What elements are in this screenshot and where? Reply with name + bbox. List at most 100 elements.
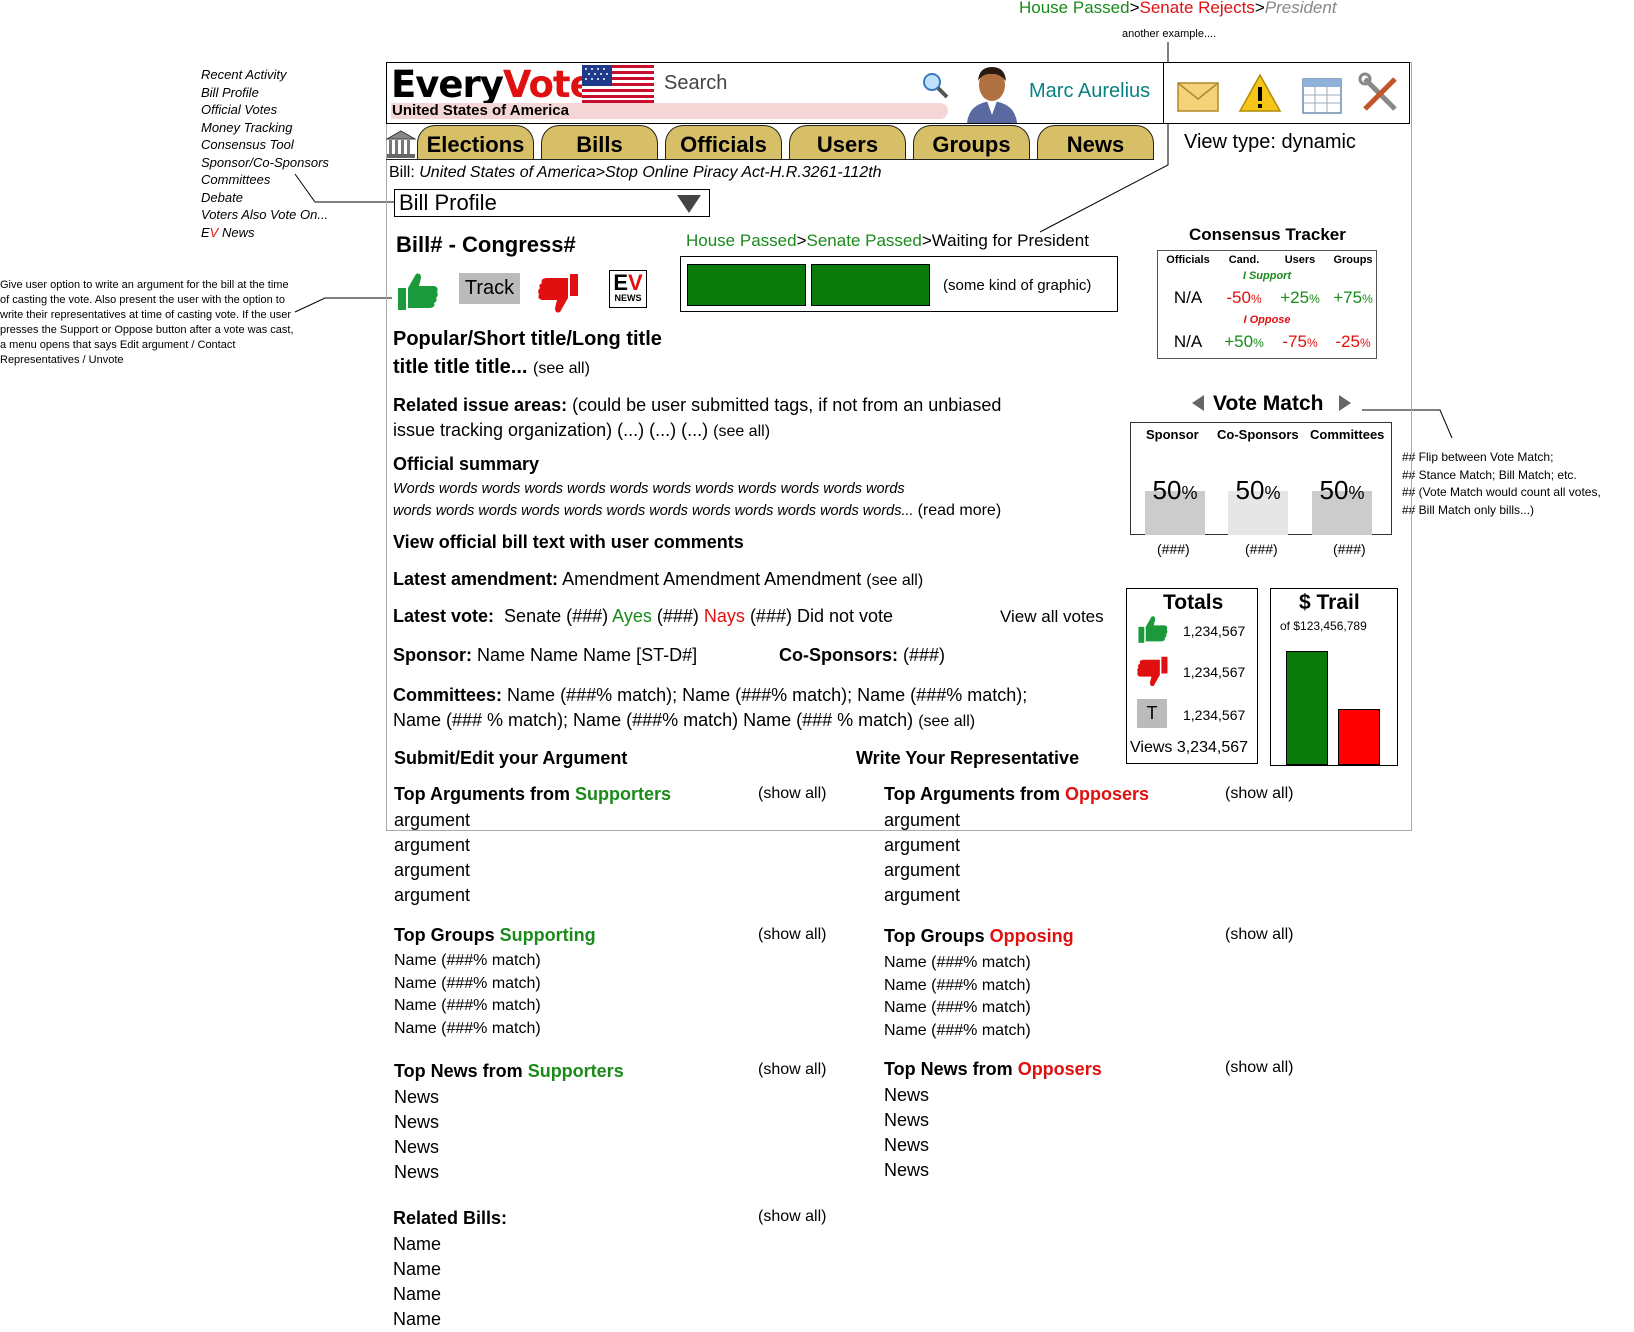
list-item[interactable]: Name [393, 1232, 441, 1257]
write-representative-link[interactable]: Write Your Representative [856, 748, 1079, 769]
top-groups-supporting-heading: Top Groups Supporting [394, 925, 596, 945]
list-item[interactable]: Name (###% match) [884, 997, 1031, 1020]
list-item[interactable]: News [394, 1160, 439, 1185]
committees-line: Committees: Name (###% match); Name (###… [393, 685, 1028, 730]
oppose-money-bar [1338, 709, 1380, 765]
list-item[interactable]: Name [393, 1257, 441, 1282]
sidenav-item[interactable]: Committees [201, 171, 329, 189]
vote-match-title: Vote Match [1213, 392, 1324, 415]
us-flag-icon [582, 65, 654, 103]
top-arguments-opposers-heading: Top Arguments from Opposers [884, 784, 1150, 804]
show-all-link[interactable]: (show all) [758, 785, 826, 803]
left-annotation-note: Give user option to write an argument fo… [0, 279, 294, 366]
sponsor-match-count: (###) [1157, 541, 1190, 557]
sidenav-item[interactable]: Bill Profile [201, 84, 329, 102]
sidenav-item[interactable]: Recent Activity [201, 66, 329, 84]
list-item[interactable]: Name (###% match) [394, 995, 541, 1018]
everyvote-logo[interactable]: EveryVote [391, 63, 595, 106]
list-item[interactable]: argument [884, 808, 960, 833]
calendar-icon[interactable] [1299, 71, 1345, 117]
senate-rejects-label: Senate Rejects [1139, 0, 1255, 17]
show-all-link[interactable]: (show all) [1225, 785, 1293, 803]
list-item[interactable]: News [394, 1135, 439, 1160]
user-avatar[interactable] [963, 63, 1021, 123]
track-button[interactable]: Track [459, 273, 520, 304]
show-all-link[interactable]: (show all) [758, 926, 826, 944]
oppose-thumbs-down-icon[interactable] [538, 272, 580, 316]
list-item[interactable]: Name (###% match) [884, 1020, 1031, 1043]
show-all-link[interactable]: (show all) [1225, 926, 1293, 944]
tab-elections[interactable]: Elections [417, 125, 534, 160]
country-label: United States of America [391, 103, 948, 119]
search-input[interactable]: Search [664, 72, 727, 95]
submit-argument-link[interactable]: Submit/Edit your Argument [394, 748, 627, 769]
government-icon[interactable] [386, 128, 416, 160]
show-all-link[interactable]: (show all) [758, 1061, 826, 1079]
tab-users[interactable]: Users [789, 125, 906, 160]
sidenav-item[interactable]: Consensus Tool [201, 136, 329, 154]
list-item[interactable]: argument [394, 883, 470, 908]
header-divider [1163, 63, 1164, 123]
view-bill-text-link[interactable]: View official bill text with user commen… [393, 532, 744, 553]
list-item[interactable]: argument [394, 858, 470, 883]
tab-bills[interactable]: Bills [541, 125, 658, 160]
list-item[interactable]: Name [393, 1282, 441, 1307]
mail-icon[interactable] [1175, 71, 1221, 117]
list-item[interactable]: News [884, 1133, 929, 1158]
opposing-groups-list: Name (###% match) Name (###% match) Name… [884, 952, 1031, 1042]
sponsor-line: Sponsor: Name Name Name [ST-D#] [393, 645, 698, 665]
see-all-link[interactable]: (see all) [713, 423, 770, 440]
see-all-link[interactable]: (see all) [918, 713, 975, 730]
list-item[interactable]: argument [884, 858, 960, 883]
bill-section-select[interactable]: Bill Profile [394, 189, 710, 217]
track-icon: T [1137, 699, 1167, 728]
list-item[interactable]: Name (###% match) [884, 975, 1031, 998]
sidenav-item[interactable]: Sponsor/Co-Sponsors [201, 154, 329, 172]
settings-tools-icon[interactable] [1357, 71, 1403, 117]
warning-icon[interactable] [1237, 71, 1283, 117]
list-item[interactable]: News [884, 1158, 929, 1183]
read-more-link[interactable]: (read more) [918, 502, 1002, 519]
sidenav-item[interactable]: Official Votes [201, 101, 329, 119]
vote-match-prev-icon[interactable] [1192, 395, 1204, 411]
support-thumbs-up-icon[interactable] [396, 270, 440, 312]
user-name-link[interactable]: Marc Aurelius [1029, 80, 1150, 103]
list-item[interactable]: argument [394, 833, 470, 858]
see-all-link[interactable]: (see all) [533, 360, 590, 377]
list-item[interactable]: News [884, 1083, 929, 1108]
sidenav-item[interactable]: Debate [201, 189, 329, 207]
supporter-arguments-list: argument argument argument argument [394, 808, 470, 908]
ev-news-icon[interactable]: EV NEWS [609, 270, 647, 308]
list-item[interactable]: Name (###% match) [884, 952, 1031, 975]
list-item[interactable]: News [394, 1085, 439, 1110]
list-item[interactable]: argument [394, 808, 470, 833]
sidenav-item-ev-news[interactable]: EV News [201, 224, 329, 242]
top-example-status: House Passed>Senate Rejects>President [1019, 0, 1337, 18]
sidenav-item[interactable]: Voters Also Vote On... [201, 206, 329, 224]
list-item[interactable]: Name [393, 1307, 441, 1332]
tab-officials[interactable]: Officials [665, 125, 782, 160]
list-item[interactable]: argument [884, 883, 960, 908]
track-total: 1,234,567 [1183, 707, 1246, 723]
president-label: President [1264, 0, 1337, 17]
list-item[interactable]: Name (###% match) [394, 950, 541, 973]
view-all-votes-link[interactable]: View all votes [1000, 607, 1104, 627]
show-all-link[interactable]: (show all) [758, 1208, 826, 1226]
search-icon[interactable] [920, 70, 950, 100]
list-item[interactable]: News [884, 1108, 929, 1133]
list-item[interactable]: Name (###% match) [394, 973, 541, 996]
cosponsor-line: Co-Sponsors: (###) [779, 645, 946, 665]
short-title: Popular/Short title/Long title [393, 328, 662, 350]
app-header: EveryVote United States of America Searc… [386, 62, 1410, 124]
money-trail-box[interactable]: $ Trail of $123,456,789 [1270, 588, 1398, 766]
list-item[interactable]: argument [884, 833, 960, 858]
see-all-link[interactable]: (see all) [866, 572, 923, 589]
tab-news[interactable]: News [1037, 125, 1154, 160]
tab-groups[interactable]: Groups [913, 125, 1030, 160]
vote-match-next-icon[interactable] [1339, 395, 1351, 411]
sidenav-item[interactable]: Money Tracking [201, 119, 329, 137]
show-all-link[interactable]: (show all) [1225, 1059, 1293, 1077]
list-item[interactable]: Name (###% match) [394, 1018, 541, 1041]
trail-subtitle: of $123,456,789 [1280, 619, 1367, 633]
list-item[interactable]: News [394, 1110, 439, 1135]
